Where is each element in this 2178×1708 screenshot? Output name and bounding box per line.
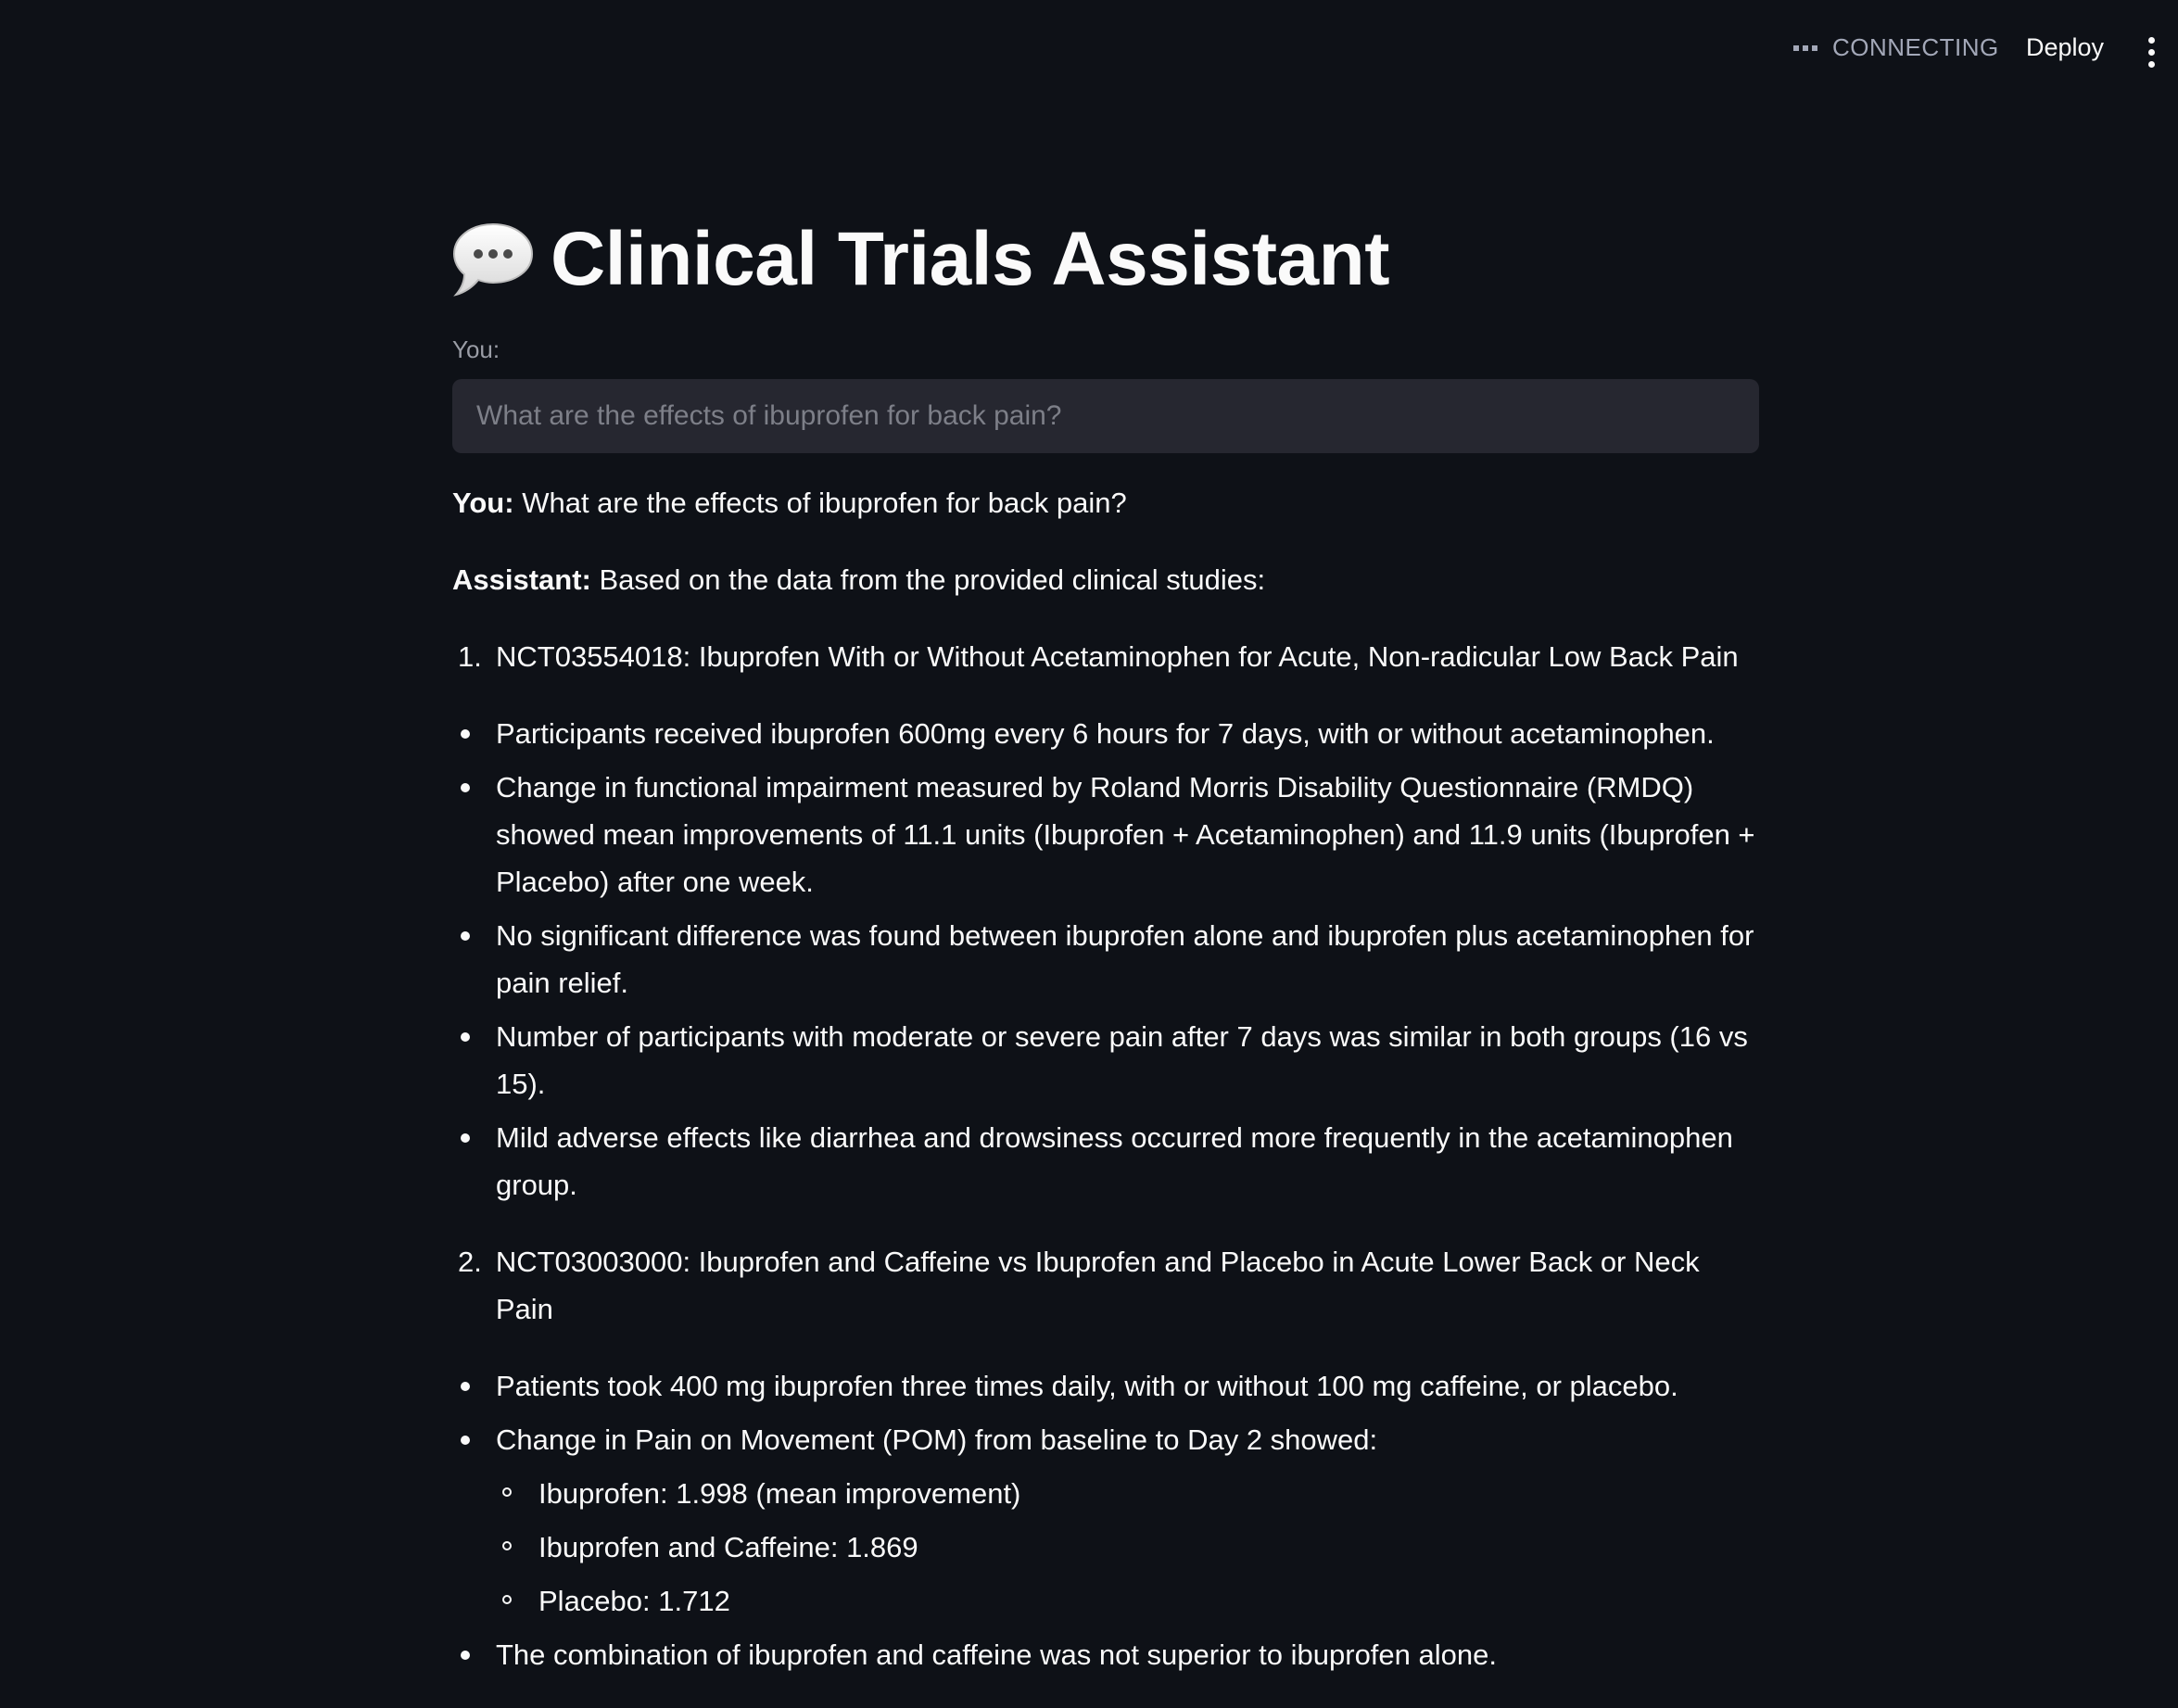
main-content: Clinical Trials Assistant You: You: What… [452,204,1759,1708]
main-menu-button[interactable] [2146,37,2156,68]
list-item: Change in Pain on Movement (POM) from ba… [452,1416,1759,1625]
list-item: Change in functional impairment measured… [452,764,1759,905]
page-title: Clinical Trials Assistant [452,204,1759,315]
page-title-text: Clinical Trials Assistant [551,217,1390,301]
assistant-intro-text: Based on the data from the provided clin… [599,563,1266,596]
top-bar: CONNECTING Deploy [0,0,2178,102]
sub-list: Ibuprofen: 1.998 (mean improvement) Ibup… [496,1470,1759,1625]
list-item: Mild adverse effects like diarrhea and d… [452,1114,1759,1208]
list-item: The combination of ibuprofen and caffein… [452,1631,1759,1678]
study-number: 2. [458,1246,482,1278]
study-title: NCT03003000: Ibuprofen and Caffeine vs I… [495,1246,1700,1325]
user-message: You: What are the effects of ibuprofen f… [452,479,1759,526]
sub-list-item: Ibuprofen and Caffeine: 1.869 [496,1524,1759,1571]
deploy-button[interactable]: Deploy [2026,33,2104,62]
speech-bubble-icon [452,221,534,298]
connection-status-label: CONNECTING [1832,33,1999,61]
chat-transcript: You: What are the effects of ibuprofen f… [452,479,1759,1678]
vertical-ellipsis-icon [2147,37,2155,44]
chat-input-label: You: [452,335,500,363]
study-heading: 2. NCT03003000: Ibuprofen and Caffeine v… [452,1238,1759,1333]
list-item: Participants received ibuprofen 600mg ev… [452,710,1759,757]
study-findings-list: Participants received ibuprofen 600mg ev… [452,710,1759,1208]
user-message-text: What are the effects of ibuprofen for ba… [522,487,1127,519]
sub-list-item: Ibuprofen: 1.998 (mean improvement) [496,1470,1759,1517]
study-findings-list: Patients took 400 mg ibuprofen three tim… [452,1362,1759,1678]
connecting-dots-icon [1793,44,1817,51]
list-item: Patients took 400 mg ibuprofen three tim… [452,1362,1759,1410]
assistant-message-label: Assistant: [452,563,591,596]
study-number: 1. [458,640,482,673]
connection-status: CONNECTING [1793,33,1999,62]
chat-input[interactable] [452,379,1759,453]
assistant-message: Assistant: Based on the data from the pr… [452,556,1759,603]
list-item: No significant difference was found betw… [452,912,1759,1006]
study-heading: 1. NCT03554018: Ibuprofen With or Withou… [452,633,1759,680]
list-item-text: Change in Pain on Movement (POM) from ba… [496,1423,1378,1456]
list-item: Number of participants with moderate or … [452,1013,1759,1107]
sub-list-item: Placebo: 1.712 [496,1577,1759,1625]
user-message-label: You: [452,487,514,519]
study-title: NCT03554018: Ibuprofen With or Without A… [496,640,1739,673]
